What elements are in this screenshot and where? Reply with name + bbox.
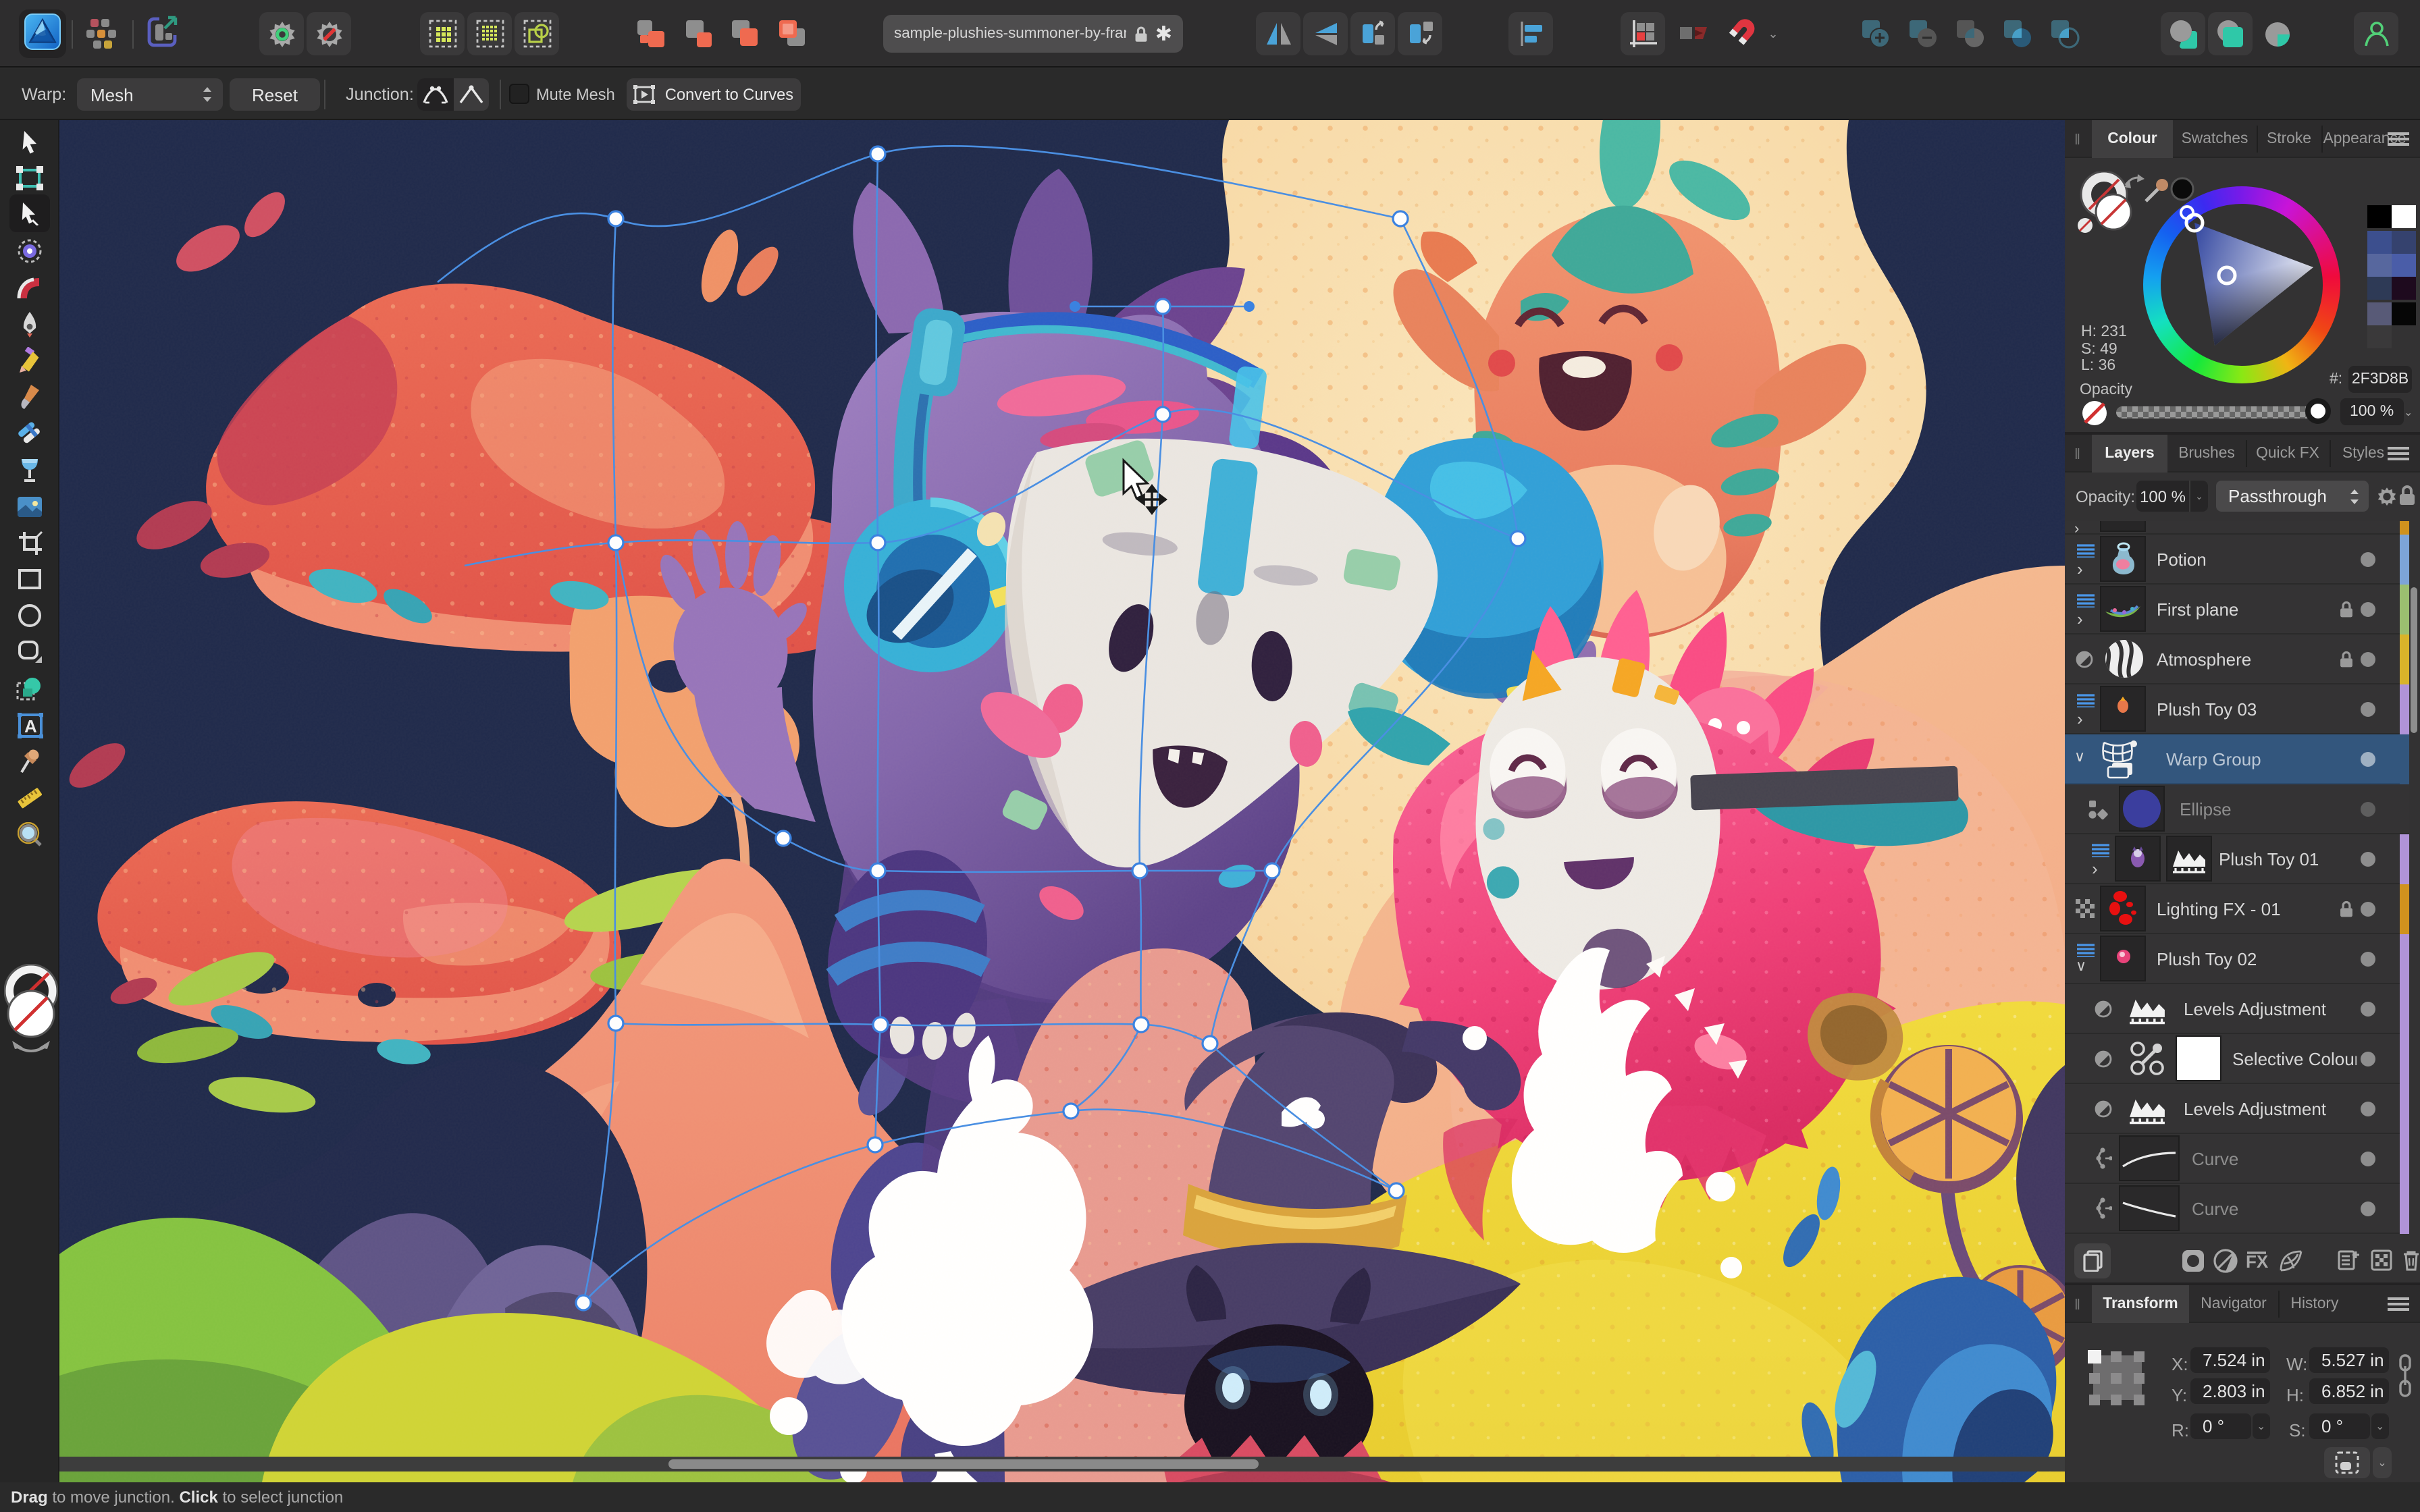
- svg-text:A: A: [24, 716, 36, 736]
- svg-text:FX: FX: [2246, 1251, 2269, 1272]
